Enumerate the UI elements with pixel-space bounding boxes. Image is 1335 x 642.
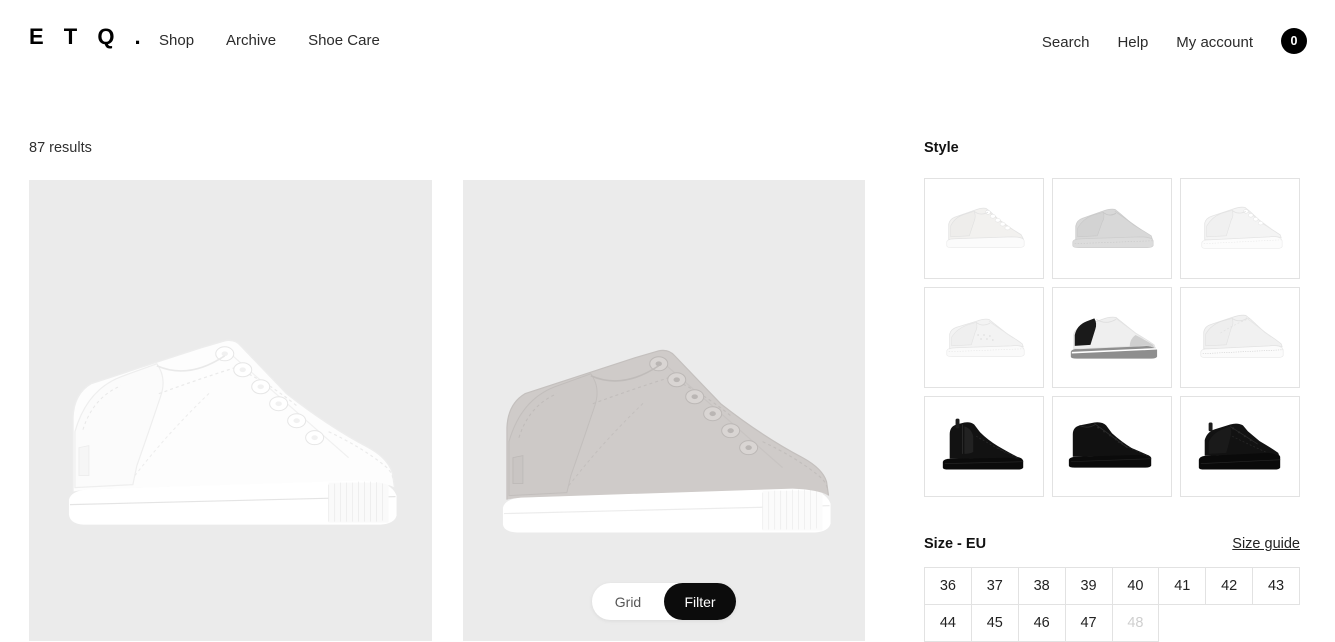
low-top-white-smooth-icon	[1201, 206, 1283, 249]
size-option-45[interactable]: 45	[971, 605, 1019, 642]
style-option-low-top-white-perforated[interactable]	[924, 287, 1044, 388]
low-top-white-textured-icon	[1200, 314, 1284, 358]
low-top-white-perforated-icon	[946, 318, 1025, 357]
style-filter-header: Style	[924, 140, 959, 156]
size-option-37[interactable]: 37	[971, 568, 1019, 605]
nav-item-shop[interactable]: Shop	[159, 32, 194, 50]
size-option-40[interactable]: 40	[1112, 568, 1160, 605]
grey-suede-sneaker-image	[462, 180, 865, 641]
nav-item-archive[interactable]: Archive	[226, 32, 276, 50]
brand-logo[interactable]: E T Q .	[29, 26, 148, 48]
size-grid-filler	[1253, 605, 1300, 642]
style-option-low-top-white-leather[interactable]	[924, 178, 1044, 279]
style-option-low-top-white-smooth[interactable]	[1180, 178, 1300, 279]
product-card-grey-suede-sneaker[interactable]	[462, 180, 865, 641]
grid-toggle-button[interactable]: Grid	[592, 583, 664, 620]
style-option-mid-top-boot-black[interactable]	[1052, 396, 1172, 497]
size-option-41[interactable]: 41	[1159, 568, 1207, 605]
size-grid-filler	[1159, 605, 1207, 642]
product-grid	[29, 180, 865, 641]
style-option-chelsea-boot-black[interactable]	[924, 396, 1044, 497]
style-option-low-top-white-grey-heel[interactable]	[1052, 287, 1172, 388]
size-option-36[interactable]: 36	[925, 568, 972, 605]
mid-top-boot-black-icon	[1068, 422, 1152, 468]
size-option-48: 48	[1112, 605, 1160, 642]
low-top-grey-suede-icon	[1072, 208, 1154, 248]
size-filter-title: Size - EU	[924, 536, 987, 552]
size-option-44[interactable]: 44	[925, 605, 972, 642]
size-option-46[interactable]: 46	[1018, 605, 1066, 642]
style-option-derby-shoe-black[interactable]	[1180, 396, 1300, 497]
size-option-39[interactable]: 39	[1065, 568, 1113, 605]
primary-navigation: Shop Archive Shoe Care	[159, 32, 380, 50]
nav-item-shoe-care[interactable]: Shoe Care	[308, 32, 380, 50]
style-option-low-top-grey-suede[interactable]	[1052, 178, 1172, 279]
filter-panel: Style Size - EU Size guide 36 37 38 39 4…	[924, 0, 1300, 642]
view-toggle: Grid Filter	[592, 583, 736, 620]
size-guide-link[interactable]: Size guide	[1232, 536, 1300, 552]
derby-shoe-black-icon	[1198, 422, 1281, 470]
white-leather-sneaker-image	[29, 180, 432, 641]
filter-toggle-button[interactable]: Filter	[664, 583, 736, 620]
low-top-white-grey-heel-icon	[1070, 316, 1158, 359]
size-filter-grid: 36 37 38 39 40 41 42 43 44 45 46 47 48	[924, 567, 1300, 642]
product-card-white-sneaker[interactable]	[29, 180, 432, 641]
chelsea-boot-black-icon	[942, 418, 1024, 470]
size-option-42[interactable]: 42	[1206, 568, 1254, 605]
style-option-low-top-white-textured[interactable]	[1180, 287, 1300, 388]
style-filter-title: Style	[924, 140, 959, 156]
size-grid-filler	[1206, 605, 1254, 642]
style-filter-grid	[924, 178, 1300, 497]
size-filter-header: Size - EU Size guide	[924, 536, 1300, 552]
size-option-43[interactable]: 43	[1253, 568, 1300, 605]
low-top-white-leather-icon	[946, 207, 1025, 248]
size-option-47[interactable]: 47	[1065, 605, 1113, 642]
size-option-38[interactable]: 38	[1018, 568, 1066, 605]
results-count: 87 results	[29, 140, 92, 156]
